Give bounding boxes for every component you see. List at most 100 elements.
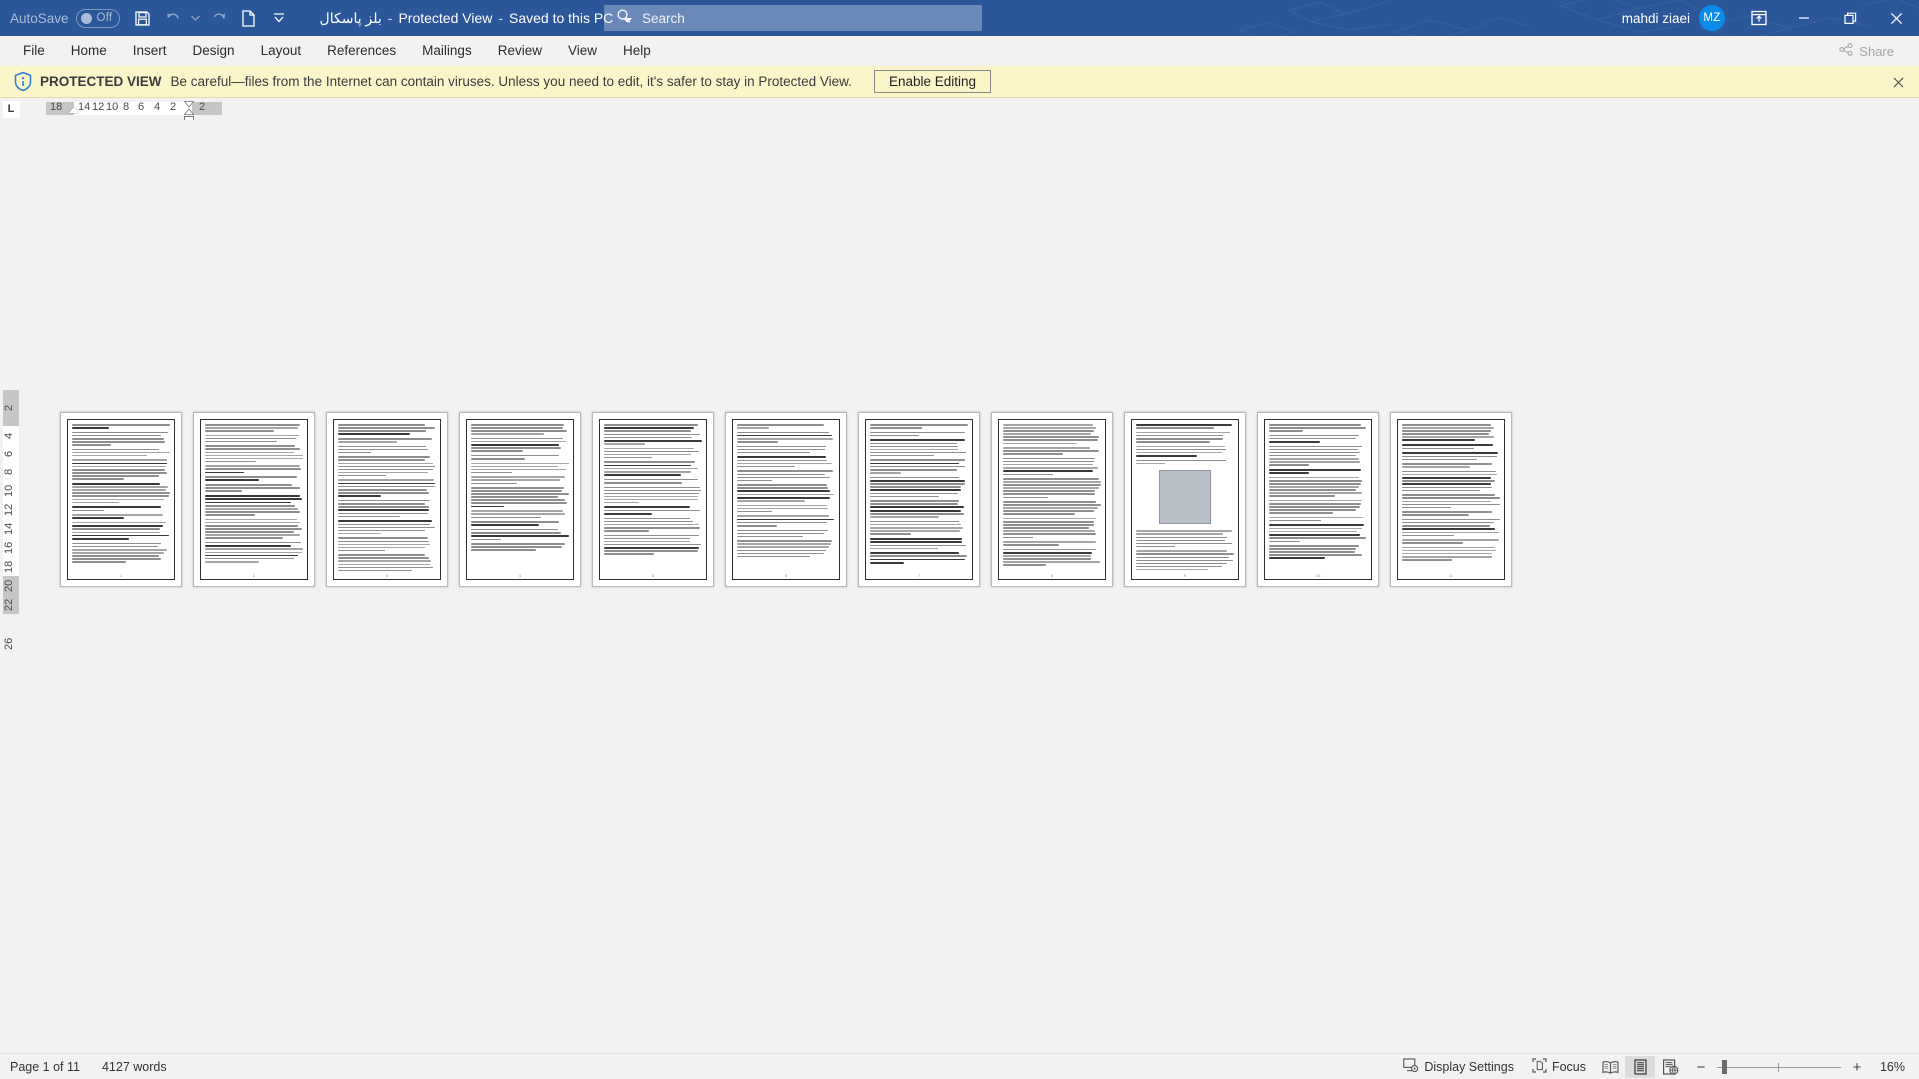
text-paragraph bbox=[1402, 539, 1500, 544]
text-line bbox=[338, 456, 430, 458]
focus-button[interactable]: Focus bbox=[1523, 1056, 1595, 1078]
text-line bbox=[604, 501, 639, 504]
page-thumbnail[interactable]: 9 bbox=[1124, 412, 1246, 587]
page-thumbnail[interactable]: 7 bbox=[858, 412, 980, 587]
ruler-tick-12: 12 bbox=[92, 101, 105, 113]
page-thumbnail[interactable]: 10 bbox=[1257, 412, 1379, 587]
autosave-toggle[interactable]: AutoSave Off bbox=[10, 8, 120, 28]
text-line bbox=[604, 506, 691, 509]
display-settings-label: Display Settings bbox=[1424, 1060, 1514, 1074]
page-thumbnail[interactable]: 2 bbox=[193, 412, 315, 587]
text-line bbox=[1003, 555, 1092, 557]
text-paragraph bbox=[1402, 494, 1500, 509]
page-thumbnail[interactable]: 3 bbox=[326, 412, 448, 587]
text-paragraph bbox=[604, 478, 702, 484]
customize-quick-access-toolbar-icon[interactable] bbox=[264, 3, 294, 33]
text-line bbox=[1003, 433, 1092, 435]
text-line bbox=[870, 509, 961, 512]
page-thumbnail[interactable]: 11 bbox=[1390, 412, 1512, 587]
text-line bbox=[737, 445, 826, 448]
page-thumbnail[interactable]: 8 bbox=[991, 412, 1113, 587]
text-paragraph bbox=[338, 537, 436, 552]
zoom-in-icon[interactable]: + bbox=[1849, 1060, 1865, 1075]
text-line bbox=[471, 521, 560, 523]
tab-home[interactable]: Home bbox=[58, 36, 120, 66]
tab-design[interactable]: Design bbox=[180, 36, 248, 66]
tab-help[interactable]: Help bbox=[610, 36, 664, 66]
vertical-ruler[interactable]: 2 4 6 8 10 12 14 16 18 20 22 26 bbox=[0, 120, 22, 1053]
text-line bbox=[471, 458, 525, 460]
enable-editing-button[interactable]: Enable Editing bbox=[873, 70, 992, 93]
account-info[interactable]: mahdi ziaei MZ bbox=[1622, 5, 1725, 31]
text-line bbox=[205, 457, 303, 460]
ribbon-display-options-icon[interactable] bbox=[1737, 0, 1781, 36]
page-thumbnail[interactable]: 4 bbox=[459, 412, 581, 587]
text-line bbox=[72, 444, 111, 446]
restore-icon[interactable] bbox=[1827, 0, 1873, 36]
tab-layout[interactable]: Layout bbox=[248, 36, 315, 66]
tab-references[interactable]: References bbox=[314, 36, 409, 66]
avatar[interactable]: MZ bbox=[1699, 5, 1725, 31]
zoom-slider-thumb[interactable] bbox=[1722, 1060, 1727, 1074]
ruler-tick-4: 4 bbox=[154, 101, 161, 113]
save-icon[interactable] bbox=[128, 3, 158, 33]
text-line bbox=[1003, 507, 1099, 509]
text-line bbox=[205, 528, 302, 530]
text-line bbox=[737, 500, 805, 502]
text-paragraph bbox=[1136, 530, 1234, 548]
read-mode-icon[interactable] bbox=[1595, 1056, 1625, 1078]
new-document-icon[interactable] bbox=[234, 3, 264, 33]
tab-mailings[interactable]: Mailings bbox=[409, 36, 485, 66]
hanging-indent-marker[interactable] bbox=[183, 101, 195, 117]
text-paragraph bbox=[205, 465, 303, 474]
text-line bbox=[604, 482, 683, 484]
text-line bbox=[338, 479, 435, 481]
first-line-indent-marker[interactable] bbox=[69, 107, 79, 113]
search-input[interactable]: Search bbox=[604, 5, 982, 31]
horizontal-ruler[interactable]: 18 14 12 10 8 6 4 2 2 bbox=[46, 98, 222, 123]
text-line bbox=[870, 523, 961, 526]
zoom-out-icon[interactable]: − bbox=[1693, 1060, 1709, 1075]
text-paragraph bbox=[870, 520, 968, 535]
close-icon[interactable] bbox=[1889, 73, 1907, 91]
page-thumbnail[interactable]: 6 bbox=[725, 412, 847, 587]
text-line bbox=[205, 537, 283, 539]
text-line bbox=[205, 490, 243, 492]
text-line bbox=[1003, 524, 1094, 526]
redo-icon[interactable] bbox=[204, 3, 234, 33]
undo-dropdown-icon[interactable] bbox=[188, 3, 204, 33]
word-count[interactable]: 4127 words bbox=[102, 1060, 167, 1074]
tab-file[interactable]: File bbox=[10, 36, 58, 66]
tab-stop-selector[interactable]: L bbox=[0, 98, 22, 120]
text-line bbox=[1269, 537, 1367, 539]
minimize-icon[interactable] bbox=[1781, 0, 1827, 36]
page-thumbnail[interactable]: 5 bbox=[592, 412, 714, 587]
document-canvas[interactable]: 1 2 3 4 5 6 7 8 9 10 11 bbox=[22, 120, 1919, 1053]
undo-icon[interactable] bbox=[158, 3, 188, 33]
page-status[interactable]: Page 1 of 11 bbox=[10, 1060, 80, 1074]
print-layout-icon[interactable] bbox=[1625, 1056, 1655, 1078]
vruler-tick-12: 12 bbox=[3, 503, 15, 517]
text-line bbox=[1003, 513, 1075, 515]
text-paragraph bbox=[1269, 524, 1367, 543]
document-title[interactable]: بلز پاسکال - Protected View - Saved to t… bbox=[320, 10, 633, 27]
zoom-level[interactable]: 16% bbox=[1873, 1060, 1911, 1074]
text-line bbox=[471, 482, 517, 485]
share-button[interactable]: Share bbox=[1826, 39, 1907, 63]
tab-insert[interactable]: Insert bbox=[120, 36, 180, 66]
close-icon[interactable] bbox=[1873, 0, 1919, 36]
zoom-slider[interactable] bbox=[1717, 1059, 1841, 1075]
page-thumbnail[interactable]: 1 bbox=[60, 412, 182, 587]
zoom-control[interactable]: − + 16% bbox=[1685, 1059, 1911, 1075]
text-paragraph bbox=[1136, 445, 1234, 457]
text-line bbox=[1003, 470, 1093, 472]
web-layout-icon[interactable] bbox=[1655, 1056, 1685, 1078]
display-settings-button[interactable]: Display Settings bbox=[1394, 1056, 1523, 1078]
text-paragraph bbox=[604, 486, 702, 504]
page-content bbox=[870, 424, 968, 575]
text-line bbox=[870, 495, 940, 498]
tab-view[interactable]: View bbox=[555, 36, 610, 66]
autosave-switch[interactable]: Off bbox=[75, 8, 120, 28]
text-line bbox=[1402, 497, 1500, 499]
tab-review[interactable]: Review bbox=[485, 36, 555, 66]
